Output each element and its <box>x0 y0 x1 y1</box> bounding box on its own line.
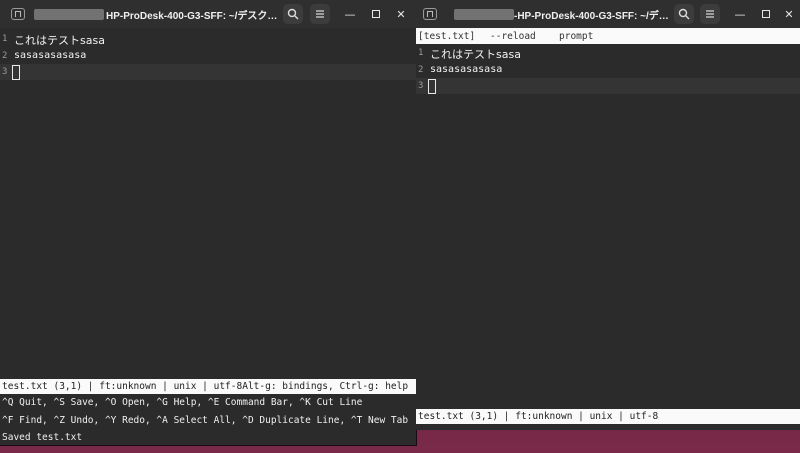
line-text: これはテストsasa <box>430 48 521 61</box>
close-icon: ✕ <box>396 7 406 21</box>
new-tab-icon <box>11 8 25 20</box>
tab-bar: [test.txt] --reload prompt <box>416 28 800 44</box>
close-button[interactable]: ✕ <box>781 6 797 22</box>
redacted-username <box>454 9 514 20</box>
status-bar: test.txt (3,1) | ft:unknown | unix | utf… <box>0 379 416 394</box>
minimize-button[interactable]: — <box>342 6 358 22</box>
menu-button[interactable] <box>700 4 720 24</box>
right-editor[interactable]: [test.txt] --reload prompt 1 これはテストsasa … <box>416 28 800 430</box>
maximize-icon <box>762 10 770 18</box>
line-number: 1 <box>2 34 8 44</box>
status-text: test.txt (3,1) | ft:unknown | unix | utf… <box>2 381 409 392</box>
left-terminal-window[interactable]: HP-ProDesk-400-G3-SFF: ~/デスク… — ✕ 1 これはテ… <box>0 0 416 445</box>
right-titlebar[interactable]: -HP-ProDesk-400-G3-SFF: ~/デ… — ✕ <box>416 0 800 28</box>
editor-line-current: 3 <box>0 64 416 80</box>
maximize-icon <box>372 10 380 18</box>
redacted-username <box>34 9 104 20</box>
line-number: 2 <box>418 65 424 75</box>
line-number: 3 <box>2 67 8 77</box>
status-text: test.txt (3,1) | ft:unknown | unix | utf… <box>418 411 659 422</box>
window-title: -HP-ProDesk-400-G3-SFF: ~/デ… <box>514 11 669 22</box>
hamburger-menu-icon <box>706 10 714 18</box>
help-line-1: ^Q Quit, ^S Save, ^O Open, ^G Help, ^E C… <box>2 397 363 408</box>
minimize-button[interactable]: — <box>732 6 748 22</box>
tab-reload[interactable]: --reload <box>490 31 536 42</box>
status-bar: test.txt (3,1) | ft:unknown | unix | utf… <box>416 409 800 424</box>
minimize-icon: — <box>734 7 746 21</box>
line-number: 2 <box>2 51 8 61</box>
new-tab-button[interactable] <box>8 4 28 24</box>
tab-prompt[interactable]: prompt <box>559 31 593 42</box>
right-terminal-window[interactable]: -HP-ProDesk-400-G3-SFF: ~/デ… — ✕ [test.t… <box>416 0 800 430</box>
maximize-button[interactable] <box>368 6 384 22</box>
new-tab-icon <box>423 8 437 20</box>
left-titlebar[interactable]: HP-ProDesk-400-G3-SFF: ~/デスク… — ✕ <box>0 0 416 28</box>
search-button[interactable] <box>283 4 303 24</box>
text-cursor <box>12 65 20 80</box>
editor-line: 2 sasasasasasa <box>0 48 416 64</box>
left-editor[interactable]: 1 これはテストsasa 2 sasasasasasa 3 test.txt (… <box>0 28 416 445</box>
line-number: 3 <box>418 81 424 91</box>
tab-file[interactable]: [test.txt] <box>418 31 475 42</box>
close-button[interactable]: ✕ <box>393 6 409 22</box>
hamburger-menu-icon <box>316 10 324 18</box>
close-icon: ✕ <box>784 7 794 21</box>
editor-line: 1 これはテストsasa <box>416 45 800 61</box>
maximize-button[interactable] <box>758 6 774 22</box>
new-tab-button[interactable] <box>420 4 440 24</box>
search-icon <box>678 8 690 20</box>
text-cursor <box>428 79 436 94</box>
line-text: これはテストsasa <box>14 34 105 47</box>
line-number: 1 <box>418 48 424 58</box>
help-line-2: ^F Find, ^Z Undo, ^Y Redo, ^A Select All… <box>2 415 409 426</box>
line-text: sasasasasasa <box>430 64 503 75</box>
editor-line: 1 これはテストsasa <box>0 31 416 47</box>
minimize-icon: — <box>344 7 356 21</box>
editor-line: 2 sasasasasasa <box>416 62 800 78</box>
search-icon <box>287 8 299 20</box>
editor-line-current: 3 <box>416 78 800 94</box>
line-text: sasasasasasa <box>14 50 87 61</box>
window-title: HP-ProDesk-400-G3-SFF: ~/デスク… <box>106 11 278 22</box>
message-line: Saved test.txt <box>2 432 83 443</box>
menu-button[interactable] <box>310 4 330 24</box>
search-button[interactable] <box>674 4 694 24</box>
